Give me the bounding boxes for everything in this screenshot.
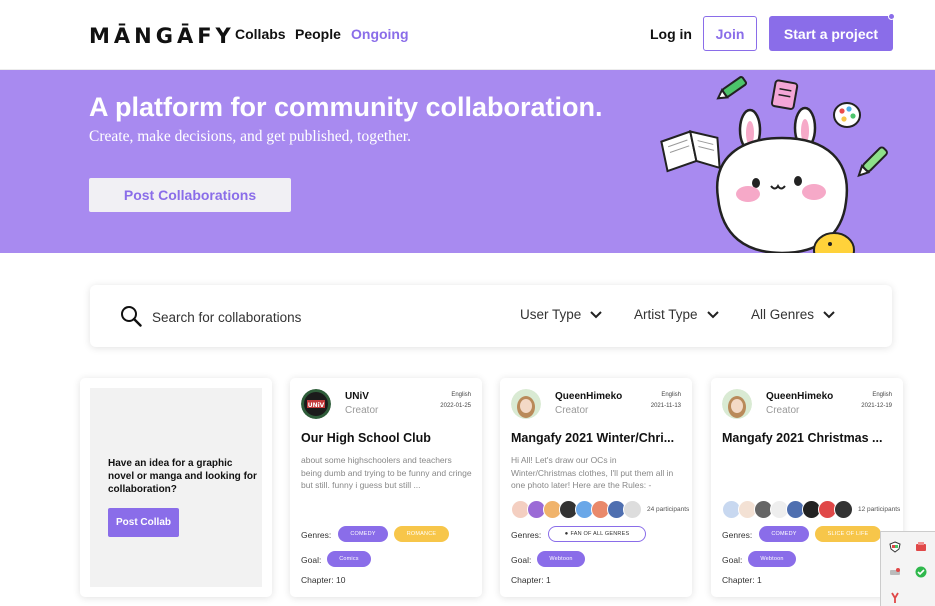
username[interactable]: QueenHimeko — [766, 391, 833, 402]
fan-emoji-icon: ● — [564, 531, 569, 537]
chapter-label: Chapter: — [511, 575, 544, 585]
post-date: 2021-11-13 — [650, 403, 681, 409]
join-button[interactable]: Join — [703, 16, 757, 51]
notebook-icon — [770, 79, 799, 110]
shield-icon[interactable] — [889, 541, 901, 553]
nav-link-people[interactable]: People — [295, 26, 341, 42]
network-icon[interactable] — [889, 566, 901, 578]
hero-subtitle: Create, make decisions, and get publishe… — [89, 128, 411, 145]
goal-badge: Comics — [327, 551, 371, 567]
chevron-down-icon — [706, 310, 719, 318]
pen-icon — [716, 76, 748, 100]
genres-label: Genres: — [722, 530, 753, 540]
svg-text:UNiV: UNiV — [308, 402, 325, 409]
genres-label: Genres: — [511, 530, 542, 540]
collab-title[interactable]: Our High School Club — [301, 431, 476, 445]
check-icon[interactable] — [915, 566, 927, 578]
post-collab-card: Have an idea for a graphic novel or mang… — [80, 378, 272, 597]
language-label: English — [872, 392, 892, 398]
post-collab-button[interactable]: Post Collab — [108, 508, 179, 537]
yandex-icon[interactable] — [889, 592, 901, 604]
start-project-button[interactable]: Start a project — [769, 16, 893, 51]
chapter-row: Chapter: 10 — [301, 575, 345, 585]
post-collaborations-button[interactable]: Post Collaborations — [89, 178, 291, 212]
notification-dot — [888, 13, 895, 20]
genre-badge: ● FAN OF ALL GENRES — [548, 526, 646, 542]
chapter-row: Chapter: 1 — [511, 575, 551, 585]
chevron-down-icon — [823, 310, 835, 318]
genre-badge: ROMANCE — [394, 526, 449, 542]
goal-label: Goal: — [511, 555, 532, 565]
participant-count: 24 participants — [647, 505, 690, 513]
hero-banner: A platform for community collaboration. … — [0, 70, 935, 253]
palette-icon — [833, 102, 861, 128]
genre-badge: COMEDY — [759, 526, 809, 542]
goal-label: Goal: — [301, 555, 322, 565]
nav-link-ongoing[interactable]: Ongoing — [351, 26, 409, 42]
genres-label: Genres: — [301, 530, 332, 540]
search-input[interactable] — [152, 307, 452, 327]
brush-icon — [857, 146, 888, 178]
genre-filter-label: All Genres — [751, 307, 815, 322]
participant-count: 12 participants — [858, 505, 901, 513]
avatar[interactable] — [722, 389, 752, 419]
genre-badge: COMEDY — [338, 526, 388, 542]
avatar[interactable]: UNiV — [301, 389, 331, 419]
search-filter-bar: User Type Artist Type All Genres — [90, 285, 892, 347]
chapter-value: 1 — [545, 575, 551, 585]
username[interactable]: UNiV — [345, 391, 369, 402]
bunny-mascot-illustration — [660, 76, 888, 253]
genre-filter[interactable]: All Genres — [751, 307, 836, 322]
page: MĀNGĀFY Collabs People Ongoing Log in Jo… — [0, 0, 935, 606]
user-type-filter[interactable]: User Type — [520, 307, 603, 322]
goal-badge: Webtoon — [748, 551, 796, 567]
collab-card[interactable]: QueenHimeko Creator English 2021-12-19 M… — [711, 378, 903, 597]
user-role: Creator — [345, 405, 379, 416]
user-role: Creator — [555, 405, 589, 416]
language-label: English — [451, 392, 471, 398]
post-date: 2022-01-25 — [440, 403, 471, 409]
nav-link-collabs[interactable]: Collabs — [235, 26, 286, 42]
system-tray — [880, 531, 935, 606]
chapter-row: Chapter: 1 — [722, 575, 762, 585]
chapter-label: Chapter: — [301, 575, 334, 585]
post-collab-panel: Have an idea for a graphic novel or mang… — [90, 388, 262, 587]
participant-avatars: 24 participants — [511, 498, 689, 520]
collab-card[interactable]: QueenHimeko Creator English 2021-11-13 M… — [500, 378, 692, 597]
top-navbar: MĀNGĀFY Collabs People Ongoing Log in Jo… — [0, 0, 935, 70]
user-role: Creator — [766, 405, 800, 416]
post-date: 2021-12-19 — [861, 403, 892, 409]
chapter-value: 10 — [335, 575, 346, 585]
chapter-value: 1 — [756, 575, 762, 585]
user-type-filter-label: User Type — [520, 307, 582, 322]
goal-badge: Webtoon — [537, 551, 585, 567]
artist-type-filter-label: Artist Type — [634, 307, 698, 322]
collab-description: about some highschoolers and teachers be… — [301, 455, 472, 490]
participant-avatar — [834, 499, 853, 519]
username[interactable]: QueenHimeko — [555, 391, 622, 402]
collab-title[interactable]: Mangafy 2021 Christmas ... — [722, 431, 897, 445]
collab-card[interactable]: UNiV UNiV Creator English 2022-01-25 Our… — [290, 378, 482, 597]
participant-avatar — [623, 499, 642, 519]
mangafy-logo[interactable]: MĀNGĀFY — [89, 24, 235, 48]
genre-badge-label: FAN OF ALL GENRES — [570, 531, 630, 537]
post-collab-prompt: Have an idea for a graphic novel or mang… — [108, 458, 257, 495]
genre-badge: SLICE OF LIFE — [815, 526, 881, 542]
hero-title: A platform for community collaboration. — [89, 92, 603, 122]
collab-description: Hi All! Let's draw our OCs in Winter/Chr… — [511, 455, 674, 490]
chapter-label: Chapter: — [722, 575, 755, 585]
login-link[interactable]: Log in — [650, 26, 692, 42]
goal-label: Goal: — [722, 555, 743, 565]
collab-title[interactable]: Mangafy 2021 Winter/Chri... — [511, 431, 686, 445]
language-label: English — [661, 392, 681, 398]
search-icon[interactable] — [120, 305, 142, 327]
avatar[interactable] — [511, 389, 541, 419]
artist-type-filter[interactable]: Artist Type — [634, 307, 720, 322]
participant-avatars: 12 participants — [722, 498, 900, 520]
book-icon — [660, 130, 721, 173]
chevron-down-icon — [590, 310, 602, 318]
app-tray-icon[interactable] — [915, 541, 927, 553]
